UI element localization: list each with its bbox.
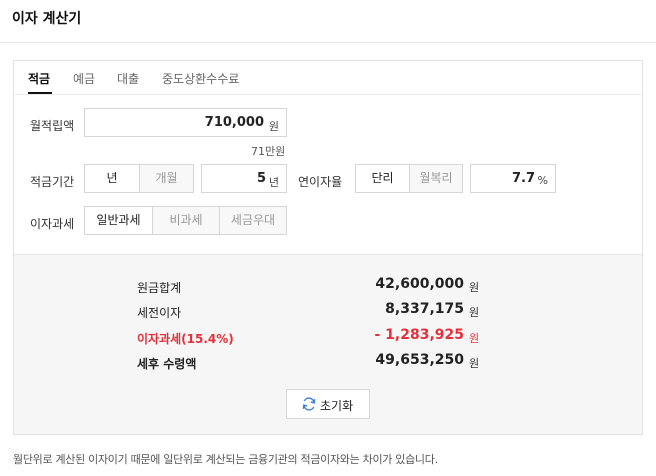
rate-value: 7.7 (511, 171, 535, 186)
header: 이자 계산기 (0, 0, 656, 43)
rate-input[interactable]: 7.7 % (470, 164, 556, 193)
calculator-card: 적금 예금 대출 중도상환수수료 월적립액 710,000 원 71만원 적금기… (13, 60, 643, 435)
rate-unit: % (537, 174, 548, 187)
tab-loan[interactable]: 대출 (117, 70, 139, 87)
principal-total-label: 원금합계 (137, 281, 182, 295)
period-value: 5 (256, 171, 266, 186)
tax-option-general[interactable]: 일반과세 (85, 207, 152, 234)
tax-option-exempt[interactable]: 비과세 (153, 207, 219, 234)
tax-type-toggle: 일반과세 비과세 세금우대 (84, 206, 287, 235)
rate-type-monthly-compound[interactable]: 월복리 (410, 165, 462, 192)
pretax-interest-label: 세전이자 (137, 306, 182, 320)
interest-tax-value: - 1,283,925 (374, 327, 464, 343)
tab-prepayment-fee[interactable]: 중도상환수수료 (162, 70, 239, 87)
period-unit-toggle: 년 개월 (84, 164, 194, 193)
page-title: 이자 계산기 (12, 11, 82, 27)
period-value-unit: 년 (268, 176, 279, 189)
active-tab-indicator (28, 92, 52, 94)
after-tax-amount-label: 세후 수령액 (137, 357, 197, 371)
pretax-interest-value: 8,337,175 (385, 301, 464, 317)
principal-total-value: 42,600,000 (375, 276, 464, 292)
tab-savings[interactable]: 적금 (28, 70, 50, 87)
interest-tax-label: 이자과세(15.4%) (137, 332, 234, 346)
after-tax-amount-value: 49,653,250 (375, 352, 464, 368)
reset-button[interactable]: 초기화 (286, 389, 370, 419)
reset-label: 초기화 (320, 399, 354, 413)
after-tax-amount-unit: 원 (469, 357, 480, 370)
monthly-deposit-label: 월적립액 (30, 119, 75, 133)
rate-type-toggle: 단리 월복리 (355, 164, 463, 193)
rate-label: 연이자율 (298, 175, 343, 189)
period-unit-month[interactable]: 개월 (140, 165, 193, 192)
monthly-deposit-hint: 71만원 (251, 145, 286, 158)
period-input[interactable]: 5 년 (201, 164, 287, 193)
tab-deposit[interactable]: 예금 (73, 70, 95, 87)
result-panel: 원금합계 42,600,000 원 세전이자 8,337,175 원 이자과세(… (14, 254, 642, 434)
period-unit-year[interactable]: 년 (85, 165, 139, 192)
tax-option-preferential[interactable]: 세금우대 (220, 207, 286, 234)
monthly-deposit-value: 710,000 (204, 115, 264, 130)
tab-bar: 적금 예금 대출 중도상환수수료 (14, 61, 642, 95)
tax-label: 이자과세 (30, 217, 75, 231)
rate-type-simple[interactable]: 단리 (356, 165, 409, 192)
monthly-deposit-unit: 원 (268, 120, 279, 133)
refresh-icon (302, 397, 316, 411)
monthly-deposit-input[interactable]: 710,000 원 (84, 108, 287, 137)
interest-tax-unit: 원 (469, 332, 480, 345)
period-label: 적금기간 (30, 175, 75, 189)
principal-total-unit: 원 (469, 281, 480, 294)
footnote: 월단위로 계산된 이자이기 때문에 일단위로 계산되는 금융기관의 적금이자와는… (13, 453, 438, 466)
pretax-interest-unit: 원 (469, 306, 480, 319)
